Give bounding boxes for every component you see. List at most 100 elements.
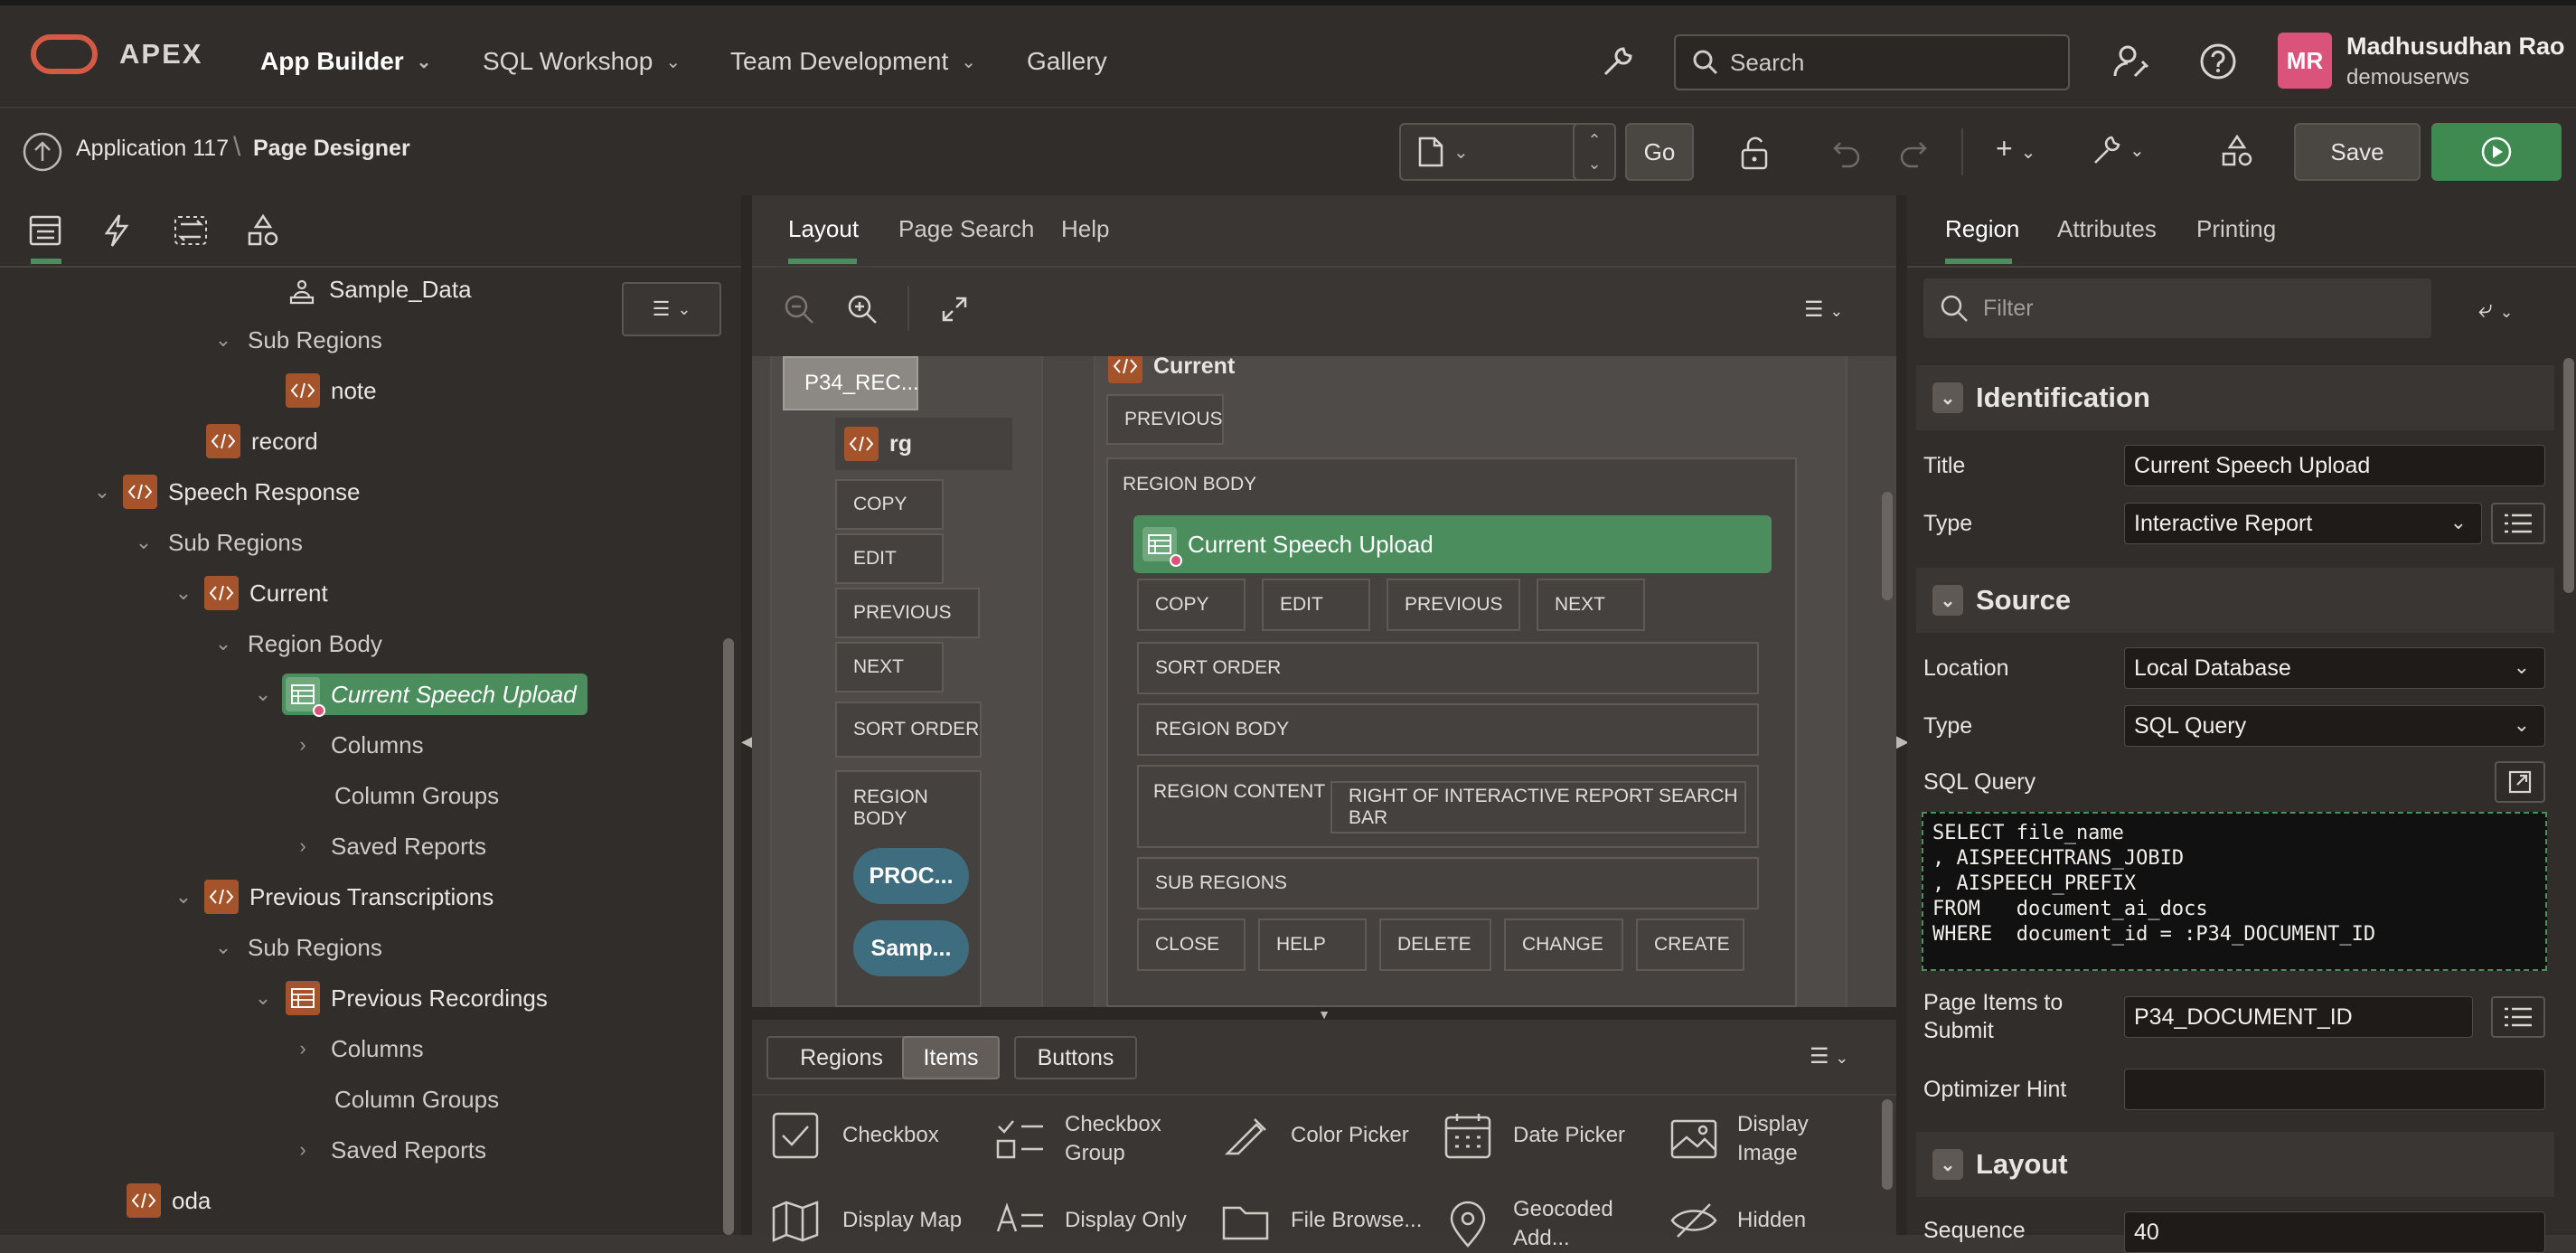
chevron-down-icon[interactable]: ⌄	[1587, 152, 1601, 175]
run-page-button[interactable]	[2431, 123, 2562, 181]
tab-attributes[interactable]: Attributes	[2057, 215, 2157, 243]
tree-node-sample-data[interactable]: Sample_Data	[286, 266, 472, 313]
zoom-in-icon[interactable]	[846, 293, 879, 325]
go-button[interactable]: Go	[1625, 123, 1694, 181]
menu-sql-workshop[interactable]: SQL Workshop ⌄	[483, 11, 681, 112]
tree-node-current-speech-upload[interactable]: ⌄ Current Speech Upload	[249, 671, 588, 718]
gallery-item-display-image[interactable]: Display Image	[1669, 1110, 1824, 1168]
collapse-icon[interactable]: ⌄	[1932, 1149, 1963, 1180]
gallery-tab-items[interactable]: Items	[902, 1036, 1000, 1079]
chevron-up-icon[interactable]: ⌃	[1587, 128, 1601, 152]
gallery-item-display-only[interactable]: Display Only	[994, 1195, 1187, 1246]
expand-toggle-icon[interactable]: ⌄	[210, 632, 237, 655]
slot-previous[interactable]: PREVIOUS	[1106, 394, 1224, 445]
selected-node[interactable]: Current Speech Upload	[282, 674, 588, 717]
slot-previous[interactable]: PREVIOUS	[835, 588, 980, 638]
slot-edit[interactable]: EDIT	[1262, 579, 1370, 631]
tab-region[interactable]: Region	[1945, 215, 2019, 243]
slot-create[interactable]: CREATE	[1636, 919, 1744, 971]
gallery-item-date-picker[interactable]: Date Picker	[1443, 1110, 1625, 1161]
tree-node-record[interactable]: record	[206, 418, 318, 465]
redo-icon[interactable]	[1896, 136, 1929, 168]
left-scrollbar[interactable]	[723, 638, 734, 1235]
gallery-item-color-picker[interactable]: Color Picker	[1220, 1110, 1409, 1161]
page-number-stepper[interactable]: ⌃ ⌄	[1573, 123, 1616, 181]
button-proc[interactable]: PROC...	[853, 848, 969, 904]
right-scrollbar[interactable]	[2563, 358, 2574, 593]
save-button[interactable]: Save	[2294, 123, 2421, 181]
breadcrumb-application[interactable]: Application 117	[76, 136, 229, 162]
tree-node-previous-transcriptions[interactable]: ⌄ Previous Transcriptions	[170, 873, 494, 920]
lock-page-icon[interactable]	[1739, 136, 1772, 170]
splitter-left[interactable]	[741, 195, 752, 1235]
slot-change[interactable]: CHANGE	[1504, 919, 1623, 971]
undo-icon[interactable]	[1831, 136, 1864, 168]
gallery-tab-regions[interactable]: Regions	[766, 1036, 917, 1079]
expand-toggle-icon[interactable]: ⌄	[210, 328, 237, 352]
shared-components-icon[interactable]	[2220, 134, 2254, 168]
tree-node-column-groups[interactable]: Column Groups	[334, 772, 499, 819]
tree-node-column-groups[interactable]: Column Groups	[334, 1076, 499, 1123]
tab-help[interactable]: Help	[1061, 215, 1109, 243]
dynamic-actions-tab-icon[interactable]	[103, 213, 130, 248]
gallery-item-hidden[interactable]: Hidden	[1669, 1195, 1806, 1246]
expand-toggle-icon[interactable]: ⌄	[210, 936, 237, 959]
expand-toggle-icon[interactable]: ⌄	[170, 581, 197, 605]
tree-node-sub-regions[interactable]: ⌄ Sub Regions	[130, 519, 303, 566]
global-search-input[interactable]: Search	[1674, 34, 2070, 90]
layout-menu-button[interactable]: ☰ ⌄	[1804, 297, 1843, 323]
tree-menu-button[interactable]: ☰ ⌄	[622, 282, 721, 336]
avatar[interactable]: MR	[2278, 33, 2332, 89]
expand-toggle-icon[interactable]: ⌄	[89, 480, 116, 504]
expand-toggle-icon[interactable]: ⌄	[130, 531, 157, 554]
tab-printing[interactable]: Printing	[2196, 215, 2276, 243]
gallery-item-checkbox[interactable]: Checkbox	[770, 1110, 939, 1161]
slot-right-of-search-bar[interactable]: RIGHT OF INTERACTIVE REPORT SEARCH BAR	[1330, 781, 1746, 834]
create-menu-button[interactable]: + ⌄	[1996, 132, 2035, 165]
canvas-scrollbar[interactable]	[1882, 492, 1893, 600]
expand-toggle-icon[interactable]: ⌄	[170, 885, 197, 909]
expand-toggle-icon[interactable]: ›	[289, 733, 316, 757]
slot-sub-regions[interactable]: SUB REGIONS	[1137, 857, 1759, 909]
expand-toggle-icon[interactable]: ›	[289, 834, 316, 858]
gallery-item-file-browse[interactable]: File Browse...	[1220, 1195, 1422, 1246]
collapse-icon[interactable]: ⌄	[1932, 585, 1963, 616]
gallery-item-checkbox-group[interactable]: Checkbox Group	[994, 1110, 1164, 1168]
processing-tab-icon[interactable]	[174, 215, 208, 246]
section-layout-header[interactable]: ⌄ Layout	[1916, 1132, 2554, 1197]
slot-close[interactable]: CLOSE	[1137, 919, 1246, 971]
open-code-editor-button[interactable]	[2495, 761, 2545, 803]
page-items-to-submit-field[interactable]: P34_DOCUMENT_ID	[2124, 996, 2473, 1038]
filter-input[interactable]: Filter	[1923, 278, 2431, 338]
shared-components-tab-icon[interactable]	[246, 213, 280, 248]
gallery-item-geocoded[interactable]: Geocoded Add...	[1443, 1195, 1613, 1253]
slot-sort-order[interactable]: SORT ORDER	[835, 702, 982, 758]
type-select[interactable]: Interactive Report ⌄	[2124, 503, 2482, 544]
slot-previous[interactable]: PREVIOUS	[1387, 579, 1520, 631]
tree-node-current[interactable]: ⌄ Current	[170, 570, 328, 617]
expand-toggle-icon[interactable]: ›	[289, 1037, 316, 1060]
expand-icon[interactable]	[940, 295, 969, 324]
user-settings-icon[interactable]	[2111, 42, 2151, 81]
slot-region-body[interactable]: REGION BODY Current Speech Upload COPY E…	[1106, 457, 1797, 1007]
tree-node-oda[interactable]: oda	[127, 1177, 211, 1224]
administration-wrench-icon[interactable]	[1600, 43, 1636, 80]
menu-gallery[interactable]: Gallery	[1027, 11, 1107, 112]
zoom-out-icon[interactable]	[783, 293, 815, 325]
list-picker-button[interactable]	[2491, 503, 2545, 544]
menu-team-development[interactable]: Team Development ⌄	[730, 11, 976, 112]
sql-query-editor[interactable]: SELECT file_name , AISPEECHTRANS_JOBID, A…	[1922, 812, 2547, 971]
gallery-menu-button[interactable]: ☰ ⌄	[1810, 1043, 1848, 1069]
slot-region-body[interactable]: REGION BODY PROC... Samp...	[835, 770, 982, 1007]
slot-delete[interactable]: DELETE	[1379, 919, 1491, 971]
tree-node-region-body[interactable]: ⌄ Region Body	[210, 620, 382, 667]
region-current-header[interactable]: Current	[1108, 356, 1235, 383]
tree-node-note[interactable]: note	[286, 367, 377, 414]
tab-page-search[interactable]: Page Search	[898, 215, 1034, 243]
help-icon[interactable]	[2198, 42, 2238, 81]
expand-toggle-icon[interactable]: ⌄	[249, 683, 277, 706]
tree-node-speech-response[interactable]: ⌄ Speech Response	[89, 468, 360, 515]
slot-copy[interactable]: COPY	[835, 479, 944, 530]
gallery-tab-buttons[interactable]: Buttons	[1014, 1036, 1137, 1079]
tree-node-saved-reports[interactable]: › Saved Reports	[289, 1126, 486, 1173]
